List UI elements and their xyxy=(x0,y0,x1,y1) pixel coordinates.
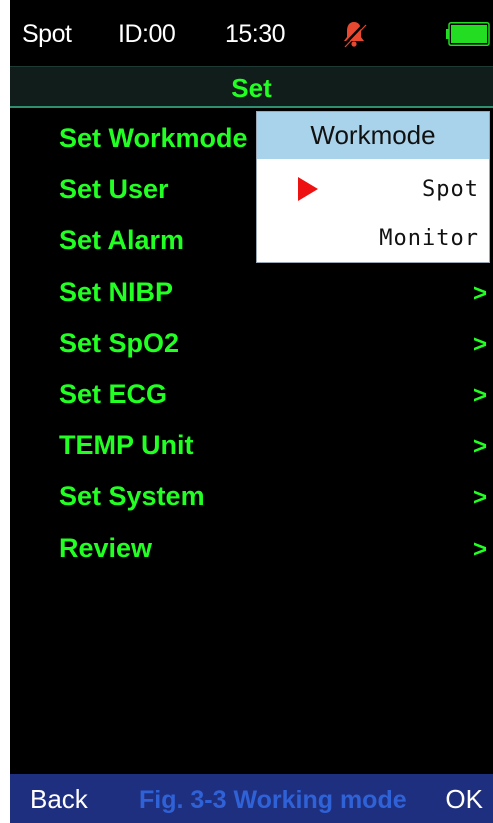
bell-icon xyxy=(342,22,367,48)
menu-item-label: Review xyxy=(59,533,153,563)
menu-item-set-nibp[interactable]: Set NIBP > xyxy=(59,270,489,314)
menu-item-temp-unit[interactable]: TEMP Unit > xyxy=(59,423,489,467)
bottom-bar: Back Fig. 3-3 Working mode OK xyxy=(10,774,493,823)
monitor-screen: Spot ID:00 15:30 Set Set Workmode > Set … xyxy=(10,0,493,823)
workmode-popup: Workmode Spot Monitor xyxy=(256,111,490,263)
menu-item-label: Set NIBP xyxy=(59,277,174,307)
back-button[interactable]: Back xyxy=(30,784,88,814)
menu-item-label: Set User xyxy=(59,174,169,204)
chevron-right-icon: > xyxy=(472,536,487,563)
menu-item-label: Set System xyxy=(59,481,205,511)
menu-item-set-ecg[interactable]: Set ECG > xyxy=(59,372,489,416)
menu-item-review[interactable]: Review > xyxy=(59,526,489,570)
chevron-right-icon: > xyxy=(472,484,487,511)
selected-arrow-icon xyxy=(298,177,318,201)
status-mode: Spot xyxy=(22,20,72,48)
menu-item-label: Set ECG xyxy=(59,379,168,409)
menu-item-set-spo2[interactable]: Set SpO2 > xyxy=(59,321,489,365)
menu-item-label: TEMP Unit xyxy=(59,430,194,460)
menu-item-label: Set Workmode xyxy=(59,123,248,153)
ok-button[interactable]: OK xyxy=(445,784,483,814)
popup-title: Workmode xyxy=(257,112,489,159)
status-time: 15:30 xyxy=(225,20,286,48)
option-monitor[interactable]: Monitor xyxy=(257,214,489,264)
option-label: Monitor xyxy=(379,226,479,251)
menu-item-label: Set Alarm xyxy=(59,225,185,255)
chevron-right-icon: > xyxy=(472,433,487,460)
chevron-right-icon: > xyxy=(472,331,487,358)
option-label: Spot xyxy=(422,177,479,202)
battery-icon xyxy=(446,22,490,46)
chevron-right-icon: > xyxy=(472,382,487,409)
battery-fill xyxy=(451,25,487,43)
status-bar: Spot ID:00 15:30 xyxy=(10,0,493,66)
status-id: ID:00 xyxy=(118,20,176,48)
menu-item-set-system[interactable]: Set System > xyxy=(59,474,489,518)
figure-caption: Fig. 3-3 Working mode xyxy=(139,786,407,814)
chevron-right-icon: > xyxy=(472,280,487,307)
option-spot[interactable]: Spot xyxy=(257,165,489,215)
menu-item-label: Set SpO2 xyxy=(59,328,180,358)
title-bar: Set xyxy=(10,66,493,108)
page-title: Set xyxy=(231,73,272,103)
